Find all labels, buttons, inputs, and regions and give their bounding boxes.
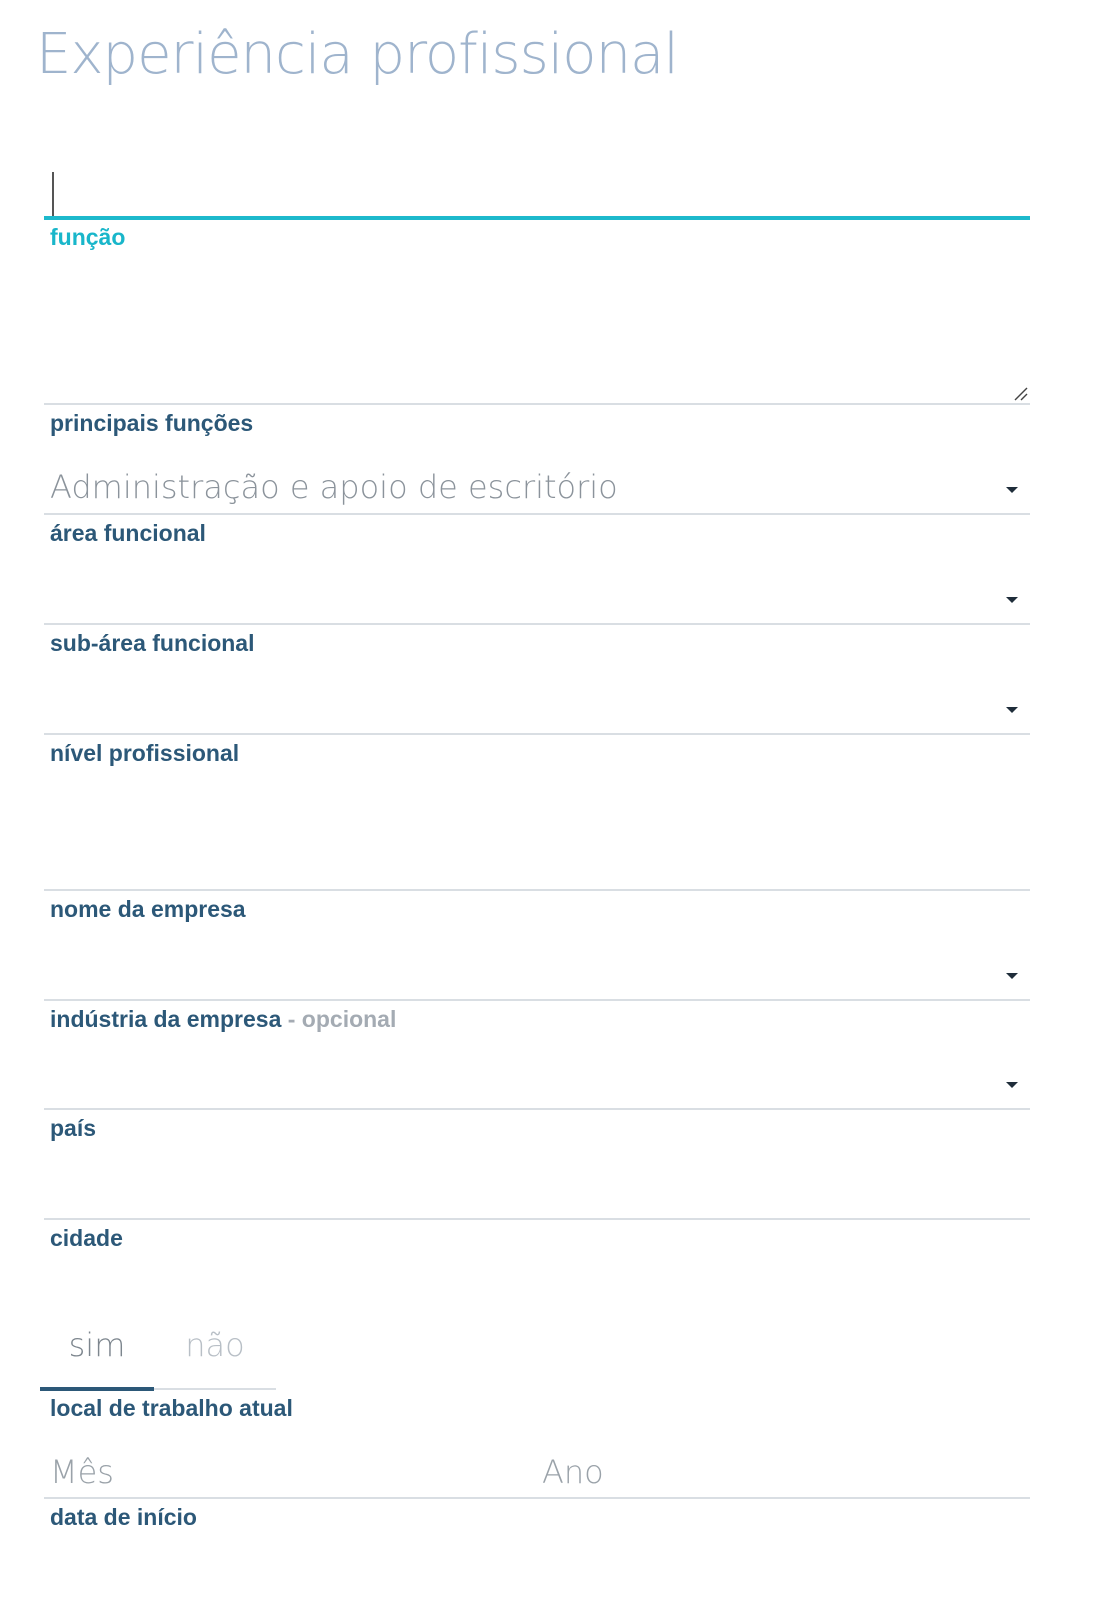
caret-down-icon: [1006, 707, 1018, 713]
data-inicio-field: Mês Ano data de início: [44, 1445, 1030, 1545]
industria-empresa-select[interactable]: indústria da empresa - opcional: [44, 946, 1030, 1046]
page-title: Experiência profissional: [36, 22, 679, 87]
pais-select[interactable]: país: [44, 1055, 1030, 1155]
local-trabalho-atual-toggle: sim não local de trabalho atual: [40, 1320, 293, 1430]
principais-funcoes-label: principais funções: [50, 410, 254, 436]
funcao-label: função: [50, 224, 126, 250]
sub-area-funcional-underline: [44, 623, 1030, 625]
nivel-profissional-label: nível profissional: [50, 740, 240, 766]
area-funcional-underline: [44, 513, 1030, 515]
toggle-option-sim[interactable]: sim: [40, 1320, 154, 1370]
industria-empresa-label: indústria da empresa - opcional: [50, 1006, 396, 1033]
resize-handle-icon[interactable]: [1012, 385, 1028, 401]
funcao-field[interactable]: função: [44, 168, 1030, 258]
local-trabalho-atual-label: local de trabalho atual: [50, 1395, 293, 1421]
toggle-selected-bar: [40, 1387, 154, 1391]
cidade-input[interactable]: cidade: [44, 1165, 1030, 1265]
nome-empresa-underline: [44, 889, 1030, 891]
pais-label: país: [50, 1115, 97, 1141]
area-funcional-select[interactable]: Administração e apoio de escritório área…: [44, 460, 1030, 560]
caret-down-icon: [1006, 597, 1018, 603]
pais-underline: [44, 1108, 1030, 1110]
caret-down-icon: [1006, 1082, 1018, 1088]
month-select[interactable]: Mês: [50, 1453, 114, 1491]
cidade-label: cidade: [50, 1225, 123, 1251]
area-funcional-value: Administração e apoio de escritório: [50, 468, 618, 506]
toggle-unselected-bar: [154, 1388, 276, 1390]
nivel-profissional-select[interactable]: nível profissional: [44, 680, 1030, 780]
cidade-underline: [44, 1218, 1030, 1220]
sub-area-funcional-label: sub-área funcional: [50, 630, 255, 656]
principais-funcoes-textarea[interactable]: principais funções: [44, 270, 1030, 450]
data-inicio-label: data de início: [50, 1504, 197, 1530]
year-select[interactable]: Ano: [542, 1453, 604, 1491]
nome-empresa-input[interactable]: nome da empresa: [44, 800, 1030, 930]
caret-down-icon: [1006, 487, 1018, 493]
industria-empresa-underline: [44, 999, 1030, 1001]
optional-tag: - opcional: [281, 1006, 397, 1032]
nivel-profissional-underline: [44, 733, 1030, 735]
caret-down-icon: [1006, 973, 1018, 979]
toggle-option-nao[interactable]: não: [154, 1320, 276, 1370]
sub-area-funcional-select[interactable]: sub-área funcional: [44, 570, 1030, 670]
experience-form: Experiência profissional função principa…: [0, 0, 1094, 1602]
principais-funcoes-underline: [44, 403, 1030, 405]
industria-empresa-label-text: indústria da empresa: [50, 1006, 282, 1032]
funcao-underline: [44, 216, 1030, 220]
data-inicio-underline: [44, 1497, 1030, 1499]
nome-empresa-label: nome da empresa: [50, 896, 246, 922]
text-cursor: [52, 172, 54, 220]
area-funcional-label: área funcional: [50, 520, 206, 546]
